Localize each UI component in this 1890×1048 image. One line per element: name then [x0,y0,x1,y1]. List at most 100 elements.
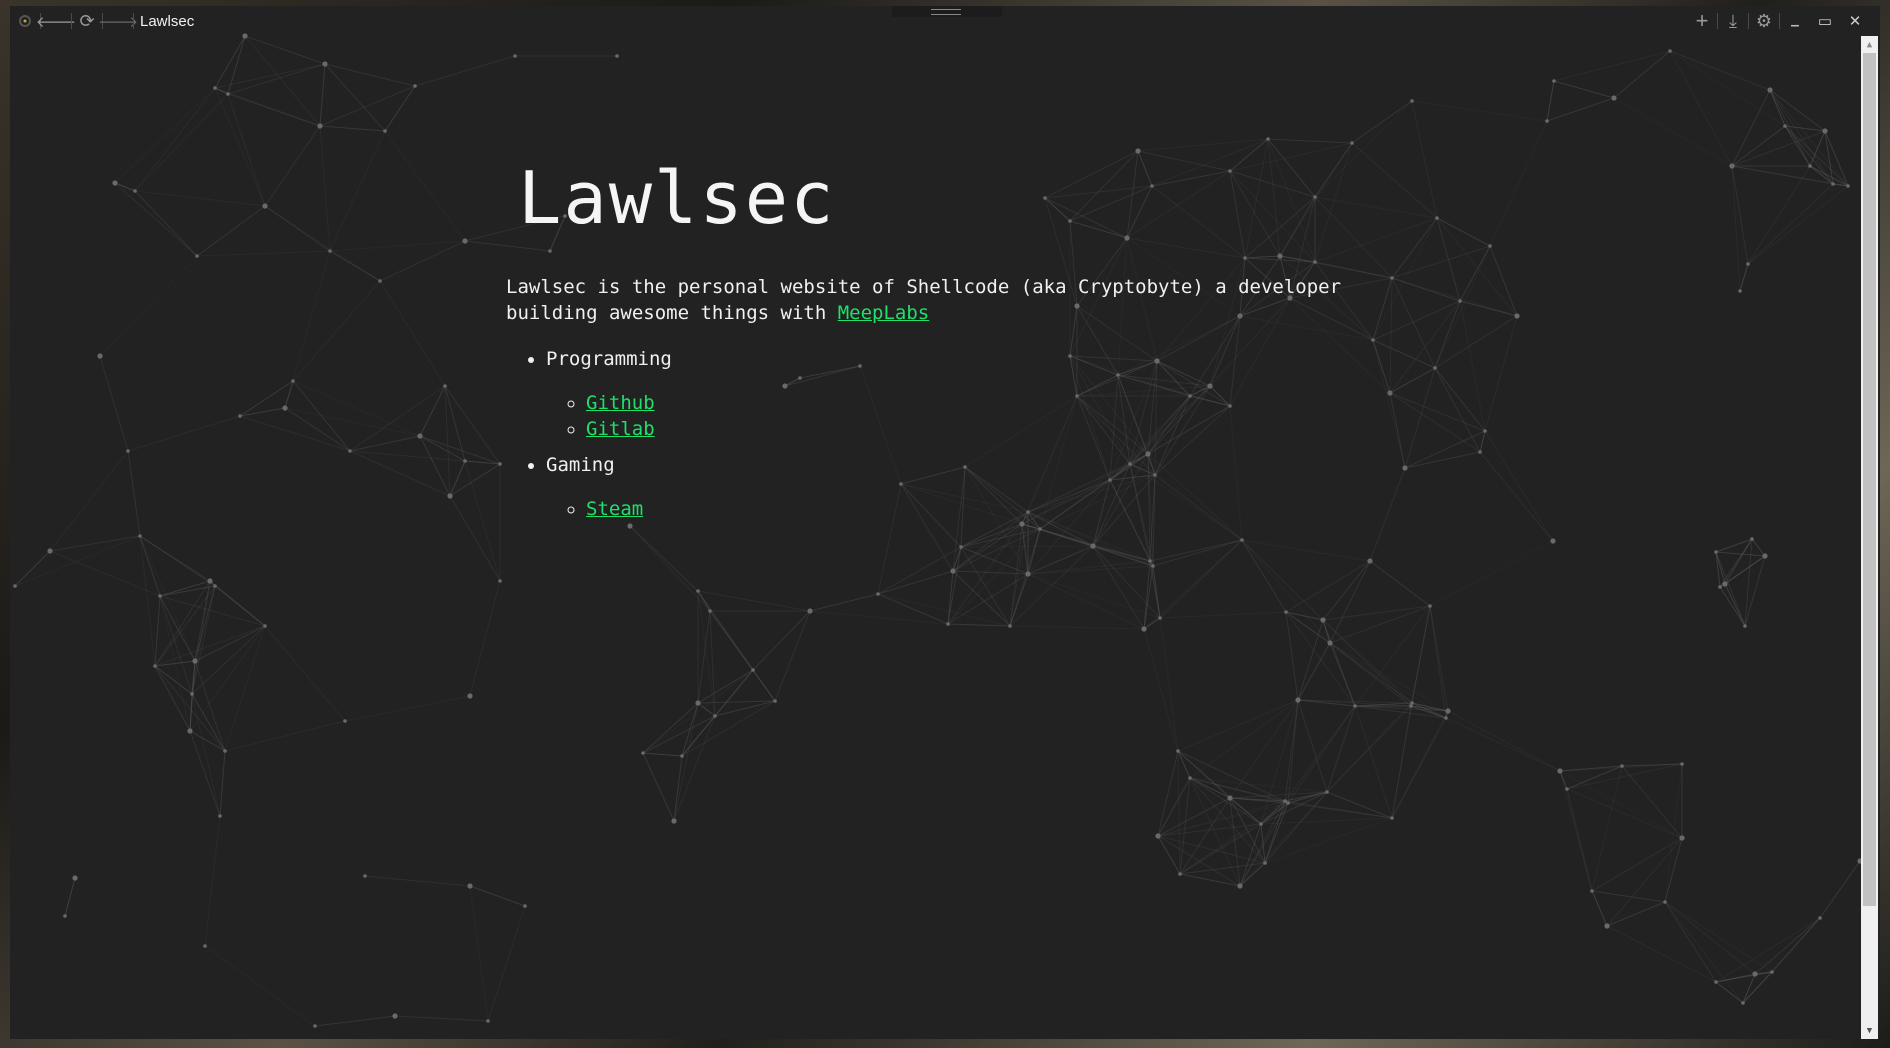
page-title: Lawlsec [140,12,195,30]
network-node [1155,833,1161,839]
network-node [363,874,367,878]
network-edge [134,87,216,192]
network-edge [114,87,216,184]
network-node [195,254,199,258]
network-edge [1489,245,1518,317]
network-node [1410,99,1414,103]
network-edge [752,610,811,671]
network-edge [1189,777,1328,793]
network-node [1514,313,1520,319]
scroll-down-arrow-icon[interactable]: ▼ [1861,1022,1878,1039]
network-edge [1137,138,1269,152]
github-link[interactable]: Github [586,392,655,414]
network-edge [1559,770,1683,839]
network-edge [469,885,489,1022]
network-node [238,414,242,418]
network-edge [1404,367,1436,469]
network-edge [1591,890,1608,927]
network-node [1752,971,1758,977]
network-edge [14,550,51,587]
network-node [1611,95,1617,101]
network-node [443,384,447,388]
network-node [1550,538,1556,544]
network-edge [809,610,949,625]
network-node [1668,49,1672,53]
network-edge [1322,605,1431,621]
network-edge [292,280,381,382]
forward-button[interactable]: 🡒 [98,6,138,36]
scrollbar-thumb[interactable] [1863,53,1876,906]
network-edge [204,815,221,947]
network-edge [1553,80,1615,99]
network-edge [1754,917,1821,975]
network-edge [344,695,471,722]
network-edge [469,885,526,907]
back-button[interactable]: 🡐 [36,6,76,36]
network-node [1565,787,1569,791]
minimize-button[interactable]: ▁ [1780,6,1810,36]
network-node [322,61,328,67]
settings-button[interactable]: ⚙ [1749,6,1779,36]
network-node [1822,128,1828,134]
maximize-button[interactable]: ▭ [1810,6,1840,36]
network-node [946,622,950,626]
network-edge [1391,710,1449,819]
scroll-up-arrow-icon[interactable]: ▲ [1861,36,1878,53]
network-node [112,180,118,186]
network-edge [960,545,1094,548]
network-node [807,608,813,614]
network-edge [1731,165,1741,292]
network-node [47,548,53,554]
network-node [680,754,684,758]
network-node [187,728,193,734]
network-edge [752,669,776,702]
network-edge [1429,540,1554,607]
network-edge [1297,619,1324,701]
network-edge [154,595,161,667]
network-edge [196,250,331,257]
network-node [1286,801,1290,805]
network-edge [49,535,141,552]
list-item: Gitlab [586,418,1366,440]
network-edge [1391,217,1438,279]
network-node [615,54,619,58]
steam-link[interactable]: Steam [586,498,643,520]
network-edge [449,463,501,497]
network-node [1590,889,1594,893]
network-edge [224,720,346,752]
network-edge [877,593,949,625]
network-edge [1724,538,1753,585]
network-node [641,751,645,755]
network-edge [384,130,466,242]
network-node [226,92,230,96]
network-node [1151,564,1155,568]
intro-paragraph: Lawlsec is the personal website of Shell… [506,274,1366,326]
network-edge [196,205,266,257]
network-edge [214,35,246,89]
network-edge [364,875,471,887]
network-edge [154,665,191,732]
network-node [133,189,137,193]
new-tab-button[interactable]: + [1687,6,1717,36]
network-edge [219,750,226,817]
download-button[interactable]: ⤓ [1718,6,1748,36]
network-edge [1751,538,1766,557]
network-edge [1459,300,1518,317]
close-button[interactable]: ✕ [1840,6,1870,36]
network-node [1488,244,1492,248]
meeplabs-link[interactable]: MeepLabs [838,302,930,324]
network-edge [1664,901,1773,973]
network-node [1402,465,1408,471]
network-node [1746,262,1750,266]
network-edge [419,385,446,437]
network-node [1371,338,1375,342]
network-edge [444,385,501,465]
gitlab-link[interactable]: Gitlab [586,418,655,440]
programming-links: Github Gitlab [546,392,1366,440]
network-edge [319,63,326,127]
network-edge [1179,800,1286,875]
network-edge [1769,89,1834,185]
vertical-scrollbar[interactable]: ▲ ▼ [1861,36,1878,1039]
network-edge [947,573,1029,625]
network-edge [227,35,246,95]
